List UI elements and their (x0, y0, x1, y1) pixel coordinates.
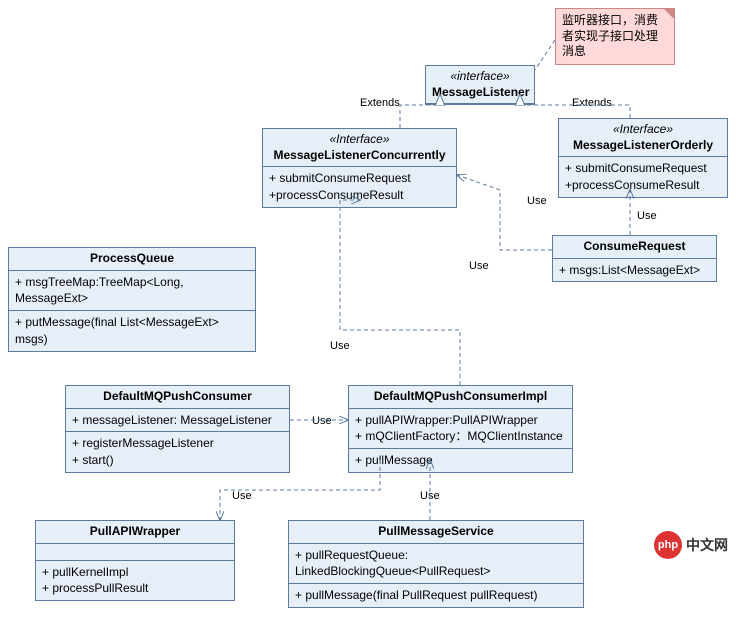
op: + processPullResult (42, 580, 228, 597)
note: 监听器接口，消费者实现子接口处理消息 (555, 8, 675, 65)
label-use: Use (525, 195, 549, 207)
class-consumerequest: ConsumeRequest + msgs:List<MessageExt> (552, 235, 717, 282)
class-pullapiwrapper: PullAPIWrapper + pullKernelImpl + proces… (35, 520, 235, 601)
class-name: MessageListenerOrderly (573, 138, 713, 152)
op: + submitConsumeRequest (269, 170, 450, 187)
logo-text: 中文网 (686, 535, 728, 555)
attr: + msgs:List<MessageExt> (559, 262, 710, 279)
label-use: Use (230, 490, 254, 502)
label-use: Use (328, 340, 352, 352)
attr: + msgTreeMap:TreeMap<Long, MessageExt> (15, 274, 249, 308)
attr: + messageListener: MessageListener (72, 412, 283, 429)
class-processqueue: ProcessQueue + msgTreeMap:TreeMap<Long, … (8, 247, 256, 352)
label-use: Use (635, 210, 659, 222)
class-name: DefaultMQPushConsumerImpl (374, 389, 547, 403)
stereotype: «Interface» (269, 132, 450, 148)
class-name: PullMessageService (378, 524, 493, 538)
attr: + pullRequestQueue: LinkedBlockingQueue<… (295, 547, 577, 581)
class-pushconsumer: DefaultMQPushConsumer + messageListener:… (65, 385, 290, 473)
op: + pullMessage(final PullRequest pullRequ… (295, 587, 577, 604)
class-mlo: «Interface» MessageListenerOrderly + sub… (558, 118, 728, 198)
op: + submitConsumeRequest (565, 160, 721, 177)
label-use: Use (418, 490, 442, 502)
logo: php 中文网 (654, 531, 728, 559)
op: + putMessage(final List<MessageExt> msgs… (15, 314, 249, 348)
class-pullmessageservice: PullMessageService + pullRequestQueue: L… (288, 520, 584, 608)
class-mlc: «Interface» MessageListenerConcurrently … (262, 128, 457, 208)
class-name: ProcessQueue (90, 251, 174, 265)
class-name: PullAPIWrapper (90, 524, 180, 538)
op: + registerMessageListener (72, 435, 283, 452)
class-name: ConsumeRequest (583, 239, 685, 253)
op: +processConsumeResult (269, 187, 450, 204)
label-use: Use (467, 260, 491, 272)
class-name: DefaultMQPushConsumer (103, 389, 252, 403)
note-text: 监听器接口，消费者实现子接口处理消息 (562, 13, 658, 58)
attr: + mQClientFactory：MQClientInstance (355, 428, 566, 445)
op: + pullMessage (355, 452, 566, 469)
logo-badge: php (654, 531, 682, 559)
class-pushconsumerimpl: DefaultMQPushConsumerImpl + pullAPIWrapp… (348, 385, 573, 473)
stereotype: «interface» (432, 69, 528, 85)
label-extends: Extends (570, 97, 614, 109)
stereotype: «Interface» (565, 122, 721, 138)
class-name: MessageListenerConcurrently (273, 148, 445, 162)
class-name: MessageListener (432, 85, 529, 99)
class-messagelistener: «interface» MessageListener (425, 65, 535, 105)
attr: + pullAPIWrapper:PullAPIWrapper (355, 412, 566, 429)
label-use: Use (310, 415, 334, 427)
op: + pullKernelImpl (42, 564, 228, 581)
op: +processConsumeResult (565, 177, 721, 194)
op: + start() (72, 452, 283, 469)
label-extends: Extends (358, 97, 402, 109)
